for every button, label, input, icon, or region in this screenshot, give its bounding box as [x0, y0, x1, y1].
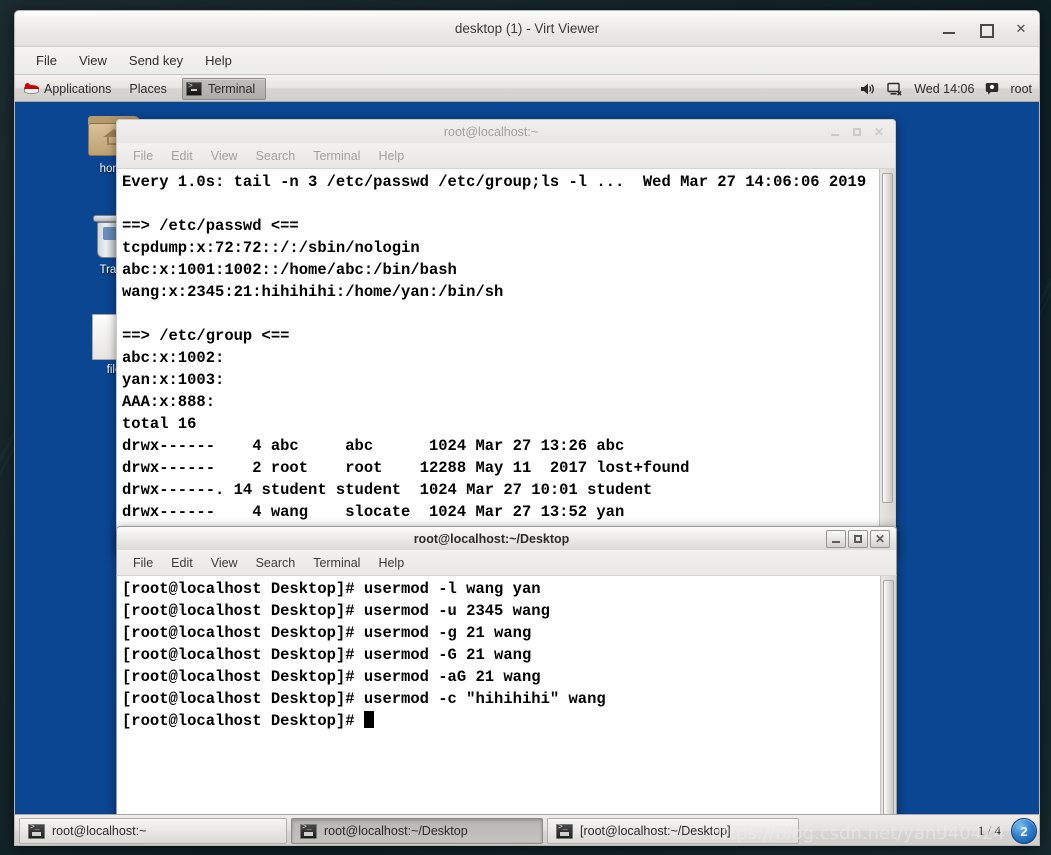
- close-icon[interactable]: ✕: [869, 123, 889, 141]
- terminal-desktop-menubar: File Edit View Search Terminal Help: [116, 550, 897, 576]
- terminal-icon: [300, 823, 317, 839]
- terminal-icon: [556, 823, 573, 839]
- menu-terminal[interactable]: Terminal: [305, 554, 368, 572]
- menu-help[interactable]: Help: [370, 554, 412, 572]
- menu-file[interactable]: File: [125, 554, 161, 572]
- redhat-logo-icon: [24, 82, 39, 95]
- places-menu[interactable]: Places: [120, 76, 176, 101]
- menu-edit[interactable]: Edit: [163, 147, 201, 165]
- gnome-bottom-taskbar: root@localhost:~ root@localhost:~/Deskto…: [15, 814, 1039, 845]
- panel-user-label[interactable]: root: [1010, 82, 1032, 96]
- terminal-desktop-titlebar[interactable]: root@localhost:~/Desktop ✕: [116, 526, 897, 550]
- workspace-badge[interactable]: 2: [1011, 818, 1037, 844]
- places-label: Places: [129, 81, 167, 96]
- terminal-icon: [185, 81, 202, 96]
- terminal-desktop-output: [root@localhost Desktop]# usermod -l wan…: [122, 580, 606, 730]
- terminal-watch-title: root@localhost:~: [443, 125, 539, 139]
- menu-help[interactable]: Help: [370, 147, 412, 165]
- close-icon[interactable]: ✕: [1013, 21, 1029, 37]
- taskbar-item-desktop-active[interactable]: root@localhost:~/Desktop: [291, 818, 543, 844]
- menu-view[interactable]: View: [203, 147, 246, 165]
- window-list-label: Terminal: [207, 81, 256, 96]
- menu-view[interactable]: View: [70, 50, 116, 71]
- minimize-button[interactable]: [825, 123, 845, 141]
- gnome-top-panel: Applications Places Terminal: [15, 76, 1039, 102]
- virt-viewer-window: desktop (1) - Virt Viewer ✕ File View Se…: [14, 10, 1040, 846]
- guest-desktop: Applications Places Terminal: [15, 76, 1039, 845]
- terminal-prompt: [root@localhost Desktop]#: [122, 712, 364, 730]
- panel-left-section: Applications Places Terminal: [15, 76, 267, 101]
- terminal-cursor: [363, 711, 374, 728]
- taskbar-item-watch[interactable]: root@localhost:~: [19, 818, 287, 844]
- virt-viewer-window-controls: ✕: [941, 11, 1029, 47]
- menu-search[interactable]: Search: [248, 147, 304, 165]
- terminal-watch-titlebar[interactable]: root@localhost:~ ✕: [116, 119, 896, 143]
- window-list-button-terminal[interactable]: Terminal: [181, 77, 267, 100]
- user-icon[interactable]: [985, 82, 999, 95]
- applications-menu[interactable]: Applications: [15, 76, 120, 101]
- terminal-icon: [28, 823, 45, 839]
- maximize-button[interactable]: [977, 21, 994, 38]
- taskbar-item-label: [root@localhost:~/Desktop]: [580, 824, 731, 838]
- menu-help[interactable]: Help: [196, 50, 241, 71]
- taskbar-item-desktop-minimized[interactable]: [root@localhost:~/Desktop]: [547, 818, 799, 844]
- terminal-desktop-body[interactable]: [root@localhost Desktop]# usermod -l wan…: [116, 576, 897, 822]
- panel-right-section: Wed 14:06 root: [860, 82, 1039, 96]
- maximize-button[interactable]: [848, 530, 868, 548]
- maximize-button[interactable]: [847, 123, 867, 141]
- minimize-button[interactable]: [826, 530, 846, 548]
- workspace-pager-label[interactable]: 1 / 4: [972, 823, 1007, 839]
- menu-edit[interactable]: Edit: [163, 554, 201, 572]
- terminal-desktop-window-controls: ✕: [826, 530, 890, 548]
- taskbar-item-label: root@localhost:~: [52, 824, 147, 838]
- network-disconnected-icon[interactable]: [887, 82, 903, 96]
- volume-icon[interactable]: [860, 82, 876, 96]
- virt-viewer-title: desktop (1) - Virt Viewer: [454, 21, 600, 36]
- taskbar-item-label: root@localhost:~/Desktop: [324, 824, 468, 838]
- scrollbar-thumb[interactable]: [883, 580, 894, 815]
- terminal-watch-body[interactable]: Every 1.0s: tail -n 3 /etc/passwd /etc/g…: [116, 169, 896, 553]
- menu-view[interactable]: View: [203, 554, 246, 572]
- menu-send-key[interactable]: Send key: [120, 50, 192, 71]
- virt-viewer-menubar: File View Send key Help: [15, 47, 1039, 75]
- menu-terminal[interactable]: Terminal: [305, 147, 368, 165]
- terminal-desktop-title: root@localhost:~/Desktop: [413, 532, 570, 546]
- scrollbar-thumb[interactable]: [882, 173, 893, 503]
- close-icon[interactable]: ✕: [870, 530, 890, 548]
- terminal-watch-window-controls: ✕: [825, 123, 889, 141]
- terminal-watch-menubar: File Edit View Search Terminal Help: [116, 143, 896, 169]
- virt-viewer-titlebar[interactable]: desktop (1) - Virt Viewer ✕: [15, 11, 1039, 47]
- terminal-window-desktop: root@localhost:~/Desktop ✕ File Edit Vie…: [116, 526, 897, 823]
- applications-label: Applications: [44, 81, 112, 96]
- terminal-window-watch: root@localhost:~ ✕ File Edit View Search…: [116, 119, 896, 554]
- panel-clock[interactable]: Wed 14:06: [914, 82, 974, 96]
- terminal-watch-output: Every 1.0s: tail -n 3 /etc/passwd /etc/g…: [122, 173, 867, 521]
- terminal-watch-scrollbar[interactable]: [879, 169, 895, 552]
- menu-file[interactable]: File: [125, 147, 161, 165]
- terminal-desktop-scrollbar[interactable]: [880, 576, 896, 821]
- menu-search[interactable]: Search: [248, 554, 304, 572]
- menu-file[interactable]: File: [27, 50, 66, 71]
- minimize-button[interactable]: [941, 21, 957, 37]
